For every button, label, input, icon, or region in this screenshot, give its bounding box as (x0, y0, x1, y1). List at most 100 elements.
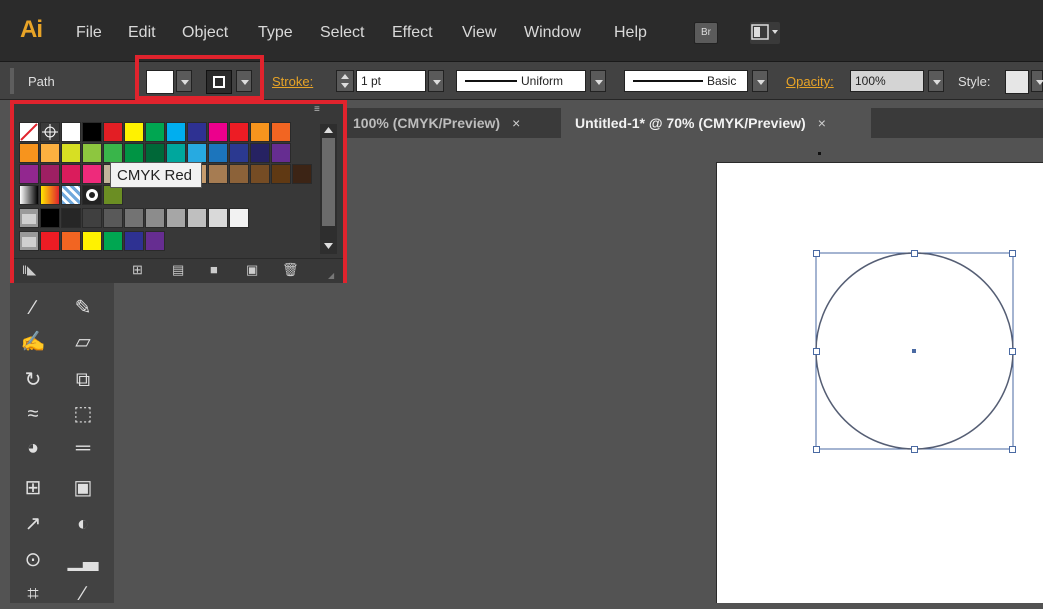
perspective-grid-tool-icon[interactable]: ═ (66, 433, 100, 463)
menu-file[interactable]: File (76, 24, 102, 42)
color-swatch[interactable] (229, 143, 249, 163)
color-swatch[interactable] (229, 164, 249, 184)
gray-swatch[interactable] (82, 208, 102, 228)
color-swatch[interactable] (82, 231, 102, 251)
stroke-weight-input[interactable]: 1 pt (356, 70, 426, 92)
blend-tool-icon[interactable]: ◐ (66, 509, 100, 539)
color-swatch[interactable] (166, 122, 186, 142)
color-swatch[interactable] (19, 164, 39, 184)
color-swatch[interactable] (61, 164, 81, 184)
column-graph-tool-icon[interactable]: ▁▃ (66, 545, 100, 575)
menu-type[interactable]: Type (258, 24, 293, 42)
bounding-box-handle[interactable] (911, 250, 918, 257)
bounding-box-handle[interactable] (1009, 348, 1016, 355)
resize-grip-icon[interactable]: ◢ (328, 271, 334, 280)
stroke-label[interactable]: Stroke: (272, 74, 313, 89)
color-swatch[interactable] (82, 143, 102, 163)
gradient-tool-icon[interactable]: ▣ (66, 473, 100, 503)
color-swatch[interactable] (61, 231, 81, 251)
color-swatch[interactable] (145, 143, 165, 163)
color-swatch[interactable] (271, 143, 291, 163)
stroke-weight-dropdown[interactable] (428, 70, 444, 92)
gray-swatch[interactable] (187, 208, 207, 228)
shape-builder-tool-icon[interactable]: ◕ (16, 433, 50, 463)
slice-tool-icon[interactable]: ∕ (66, 579, 100, 609)
opacity-input[interactable]: 100% (850, 70, 924, 92)
tab-document-1[interactable]: 100% (CMYK/Preview) × (353, 108, 557, 138)
color-group-folder-icon[interactable] (19, 208, 39, 228)
color-swatch[interactable] (187, 143, 207, 163)
color-swatch[interactable] (19, 143, 39, 163)
tab-untitled-1[interactable]: Untitled-1* @ 70% (CMYK/Preview) × (561, 108, 871, 138)
close-icon[interactable]: × (818, 115, 826, 131)
color-swatch[interactable] (187, 122, 207, 142)
color-swatch[interactable] (82, 122, 102, 142)
color-swatch[interactable] (40, 143, 60, 163)
pattern-swatch[interactable] (103, 185, 123, 205)
trash-icon[interactable]: 🗑 (282, 262, 299, 278)
artboard[interactable] (716, 162, 1043, 603)
gray-swatch[interactable] (124, 208, 144, 228)
menu-help[interactable]: Help (614, 24, 647, 42)
color-swatch[interactable] (250, 164, 270, 184)
close-icon[interactable]: × (512, 115, 520, 131)
new-color-group-icon[interactable]: ■ (210, 262, 218, 277)
bounding-box-handle[interactable] (911, 446, 918, 453)
workspace-layout-icon[interactable] (750, 22, 780, 44)
profile-dropdown[interactable] (590, 70, 606, 92)
selected-circle-path[interactable] (717, 163, 1043, 604)
blob-brush-tool-icon[interactable]: ✍ (16, 327, 50, 357)
paintbrush-tool-icon[interactable]: ∕ (16, 293, 50, 323)
registration-swatch[interactable] (40, 122, 60, 142)
graphic-style-swatch[interactable] (1005, 70, 1029, 94)
stroke-weight-stepper[interactable] (336, 70, 354, 92)
color-swatch[interactable] (271, 164, 291, 184)
scale-tool-icon[interactable]: ⧉ (66, 365, 100, 395)
panel-menu-icon[interactable]: ≡ (314, 104, 338, 116)
new-swatch-icon[interactable]: ▣ (246, 262, 258, 278)
color-swatch[interactable] (166, 143, 186, 163)
gradient-swatch[interactable] (61, 185, 81, 205)
brush-dropdown[interactable] (752, 70, 768, 92)
color-swatch[interactable] (124, 122, 144, 142)
gradient-swatch[interactable] (40, 185, 60, 205)
gray-swatch[interactable] (208, 208, 228, 228)
menu-select[interactable]: Select (320, 24, 364, 42)
color-swatch[interactable] (40, 164, 60, 184)
gray-swatch[interactable] (145, 208, 165, 228)
opacity-label[interactable]: Opacity: (786, 74, 834, 89)
menu-edit[interactable]: Edit (128, 24, 156, 42)
color-swatch[interactable] (124, 143, 144, 163)
color-swatch[interactable] (103, 143, 123, 163)
menu-effect[interactable]: Effect (392, 24, 433, 42)
color-swatch[interactable] (103, 231, 123, 251)
pencil-tool-icon[interactable]: ✎ (66, 293, 100, 323)
gray-swatch[interactable] (229, 208, 249, 228)
color-swatch[interactable] (208, 164, 228, 184)
pattern-swatch[interactable] (82, 185, 102, 205)
menu-window[interactable]: Window (524, 24, 581, 42)
color-swatch[interactable] (292, 164, 312, 184)
gray-swatch[interactable] (61, 208, 81, 228)
show-swatch-kinds-icon[interactable]: ⊞ (132, 262, 143, 278)
gray-swatch[interactable] (103, 208, 123, 228)
eraser-tool-icon[interactable]: ▱ (66, 327, 100, 357)
bounding-box-handle[interactable] (813, 446, 820, 453)
color-swatch[interactable] (124, 231, 144, 251)
eyedropper-tool-icon[interactable]: ↗ (16, 509, 50, 539)
bounding-box-handle[interactable] (1009, 446, 1016, 453)
free-transform-tool-icon[interactable]: ⬚ (66, 399, 100, 429)
gray-swatch[interactable] (166, 208, 186, 228)
color-swatch[interactable] (40, 231, 60, 251)
color-group-folder-icon[interactable] (19, 231, 39, 251)
menu-view[interactable]: View (462, 24, 496, 42)
bounding-box-handle[interactable] (813, 250, 820, 257)
bridge-icon[interactable]: Br (694, 22, 718, 44)
bounding-box-handle[interactable] (1009, 250, 1016, 257)
swatch-options-icon[interactable]: ▤ (172, 262, 184, 278)
symbol-sprayer-tool-icon[interactable]: ⊙ (16, 545, 50, 575)
none-swatch[interactable] (19, 122, 39, 142)
color-swatch[interactable] (208, 143, 228, 163)
rotate-tool-icon[interactable]: ↻ (16, 365, 50, 395)
color-swatch[interactable] (145, 122, 165, 142)
